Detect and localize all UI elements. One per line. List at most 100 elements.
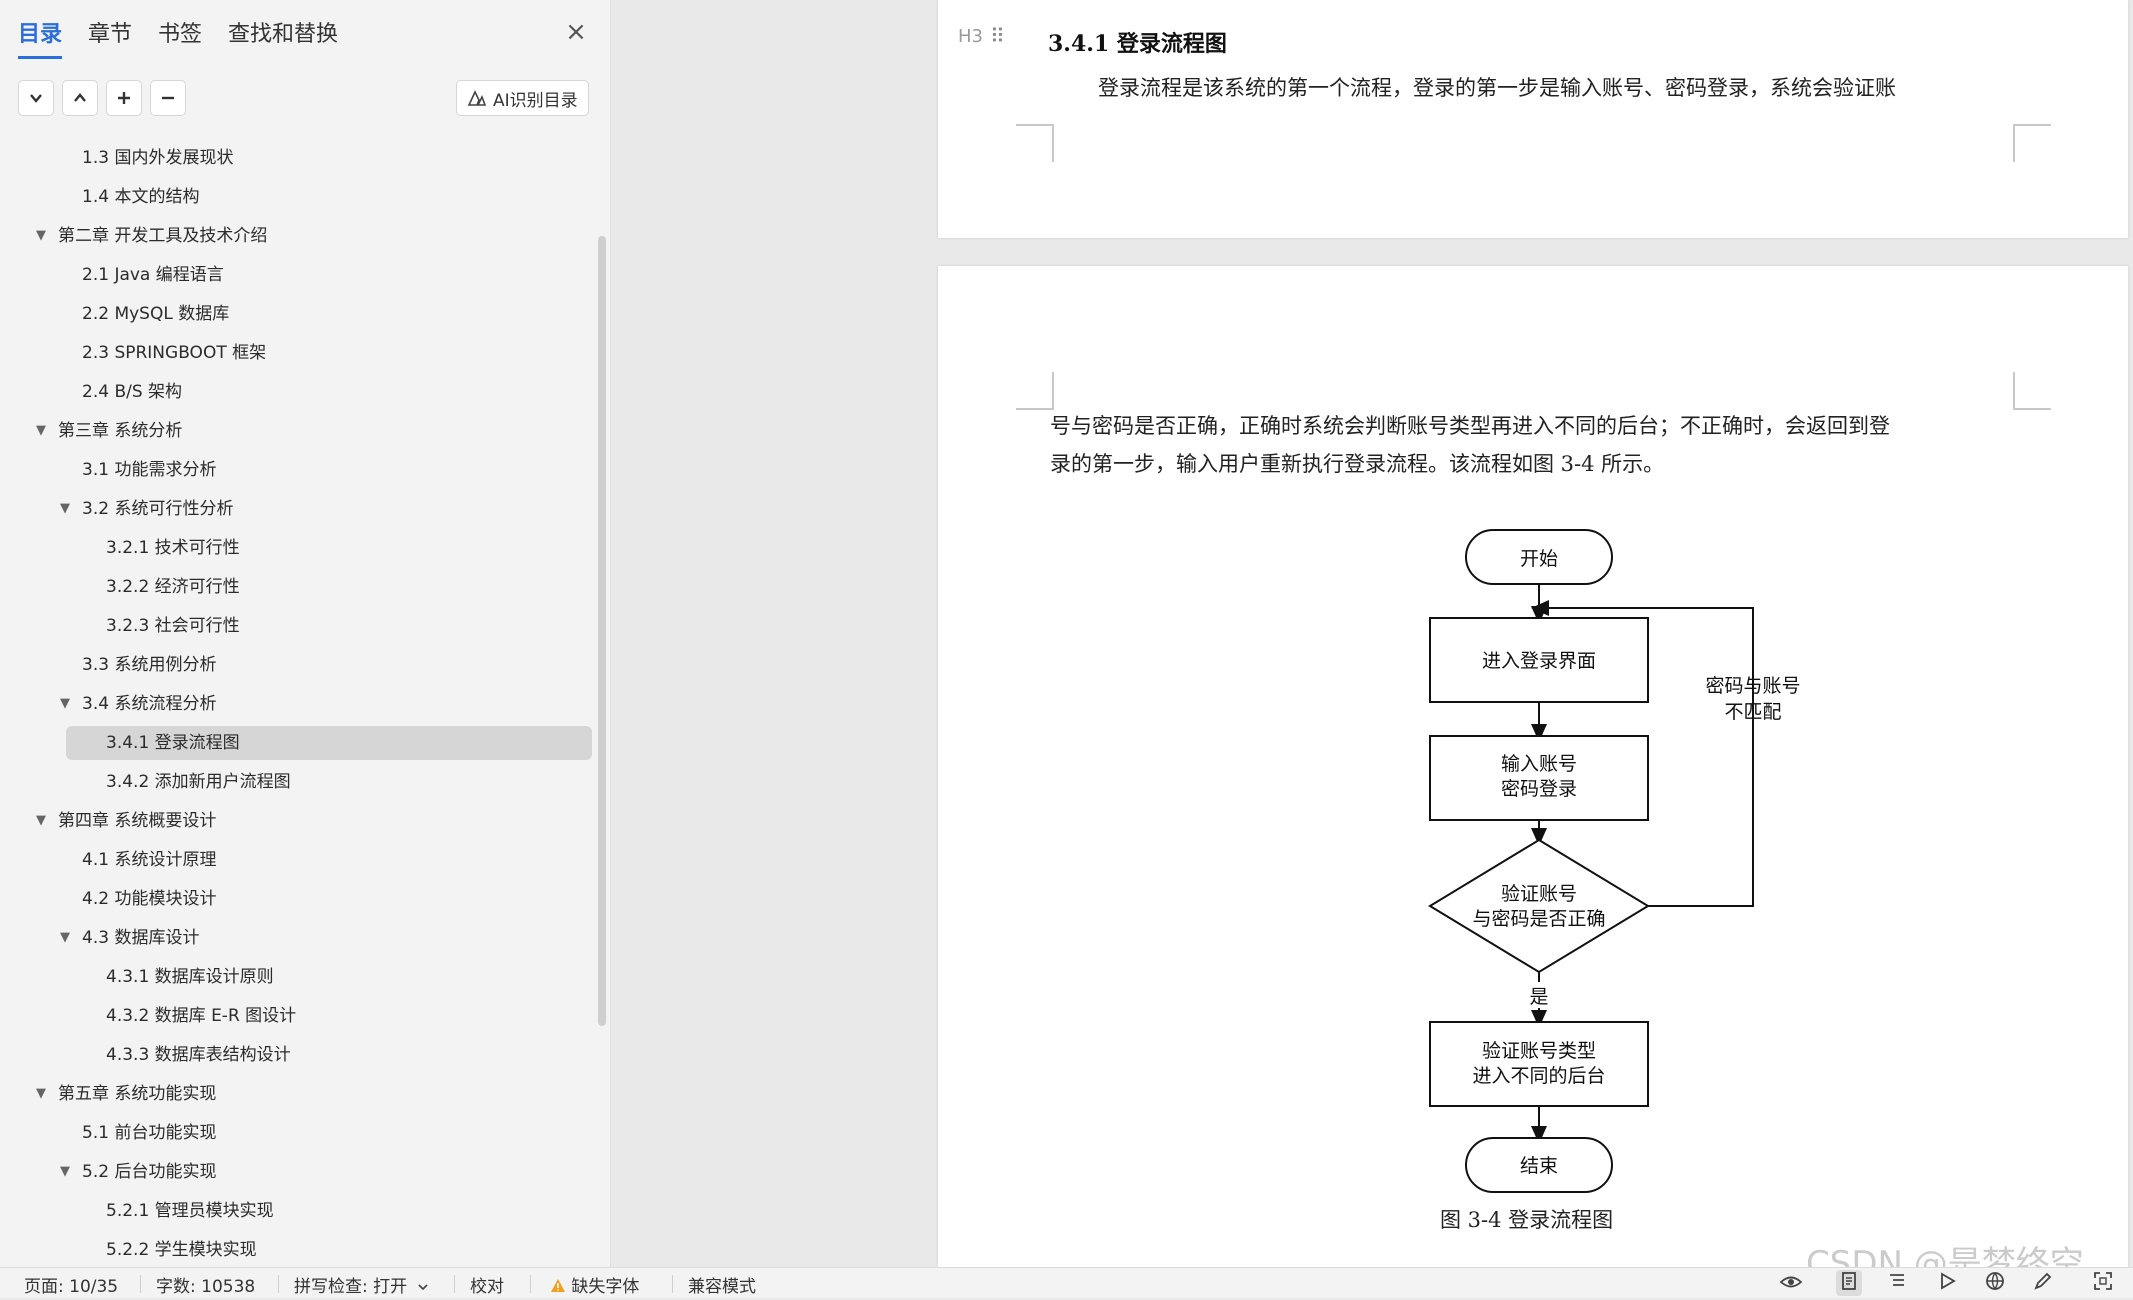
chevron-up-icon	[74, 93, 86, 102]
navigation-pane: 目录 章节 书签 查找和替换 × AI识别目录 1.2 研究目的及意义 1.3 国…	[0, 0, 611, 1267]
fullscreen-icon[interactable]	[2090, 1270, 2116, 1296]
toc-item-label: 1.2 研究目的及意义	[82, 126, 233, 129]
toc-list: 1.2 研究目的及意义 1.3 国内外发展现状 1.4 本文的结构第二章 开发工具及…	[0, 126, 600, 1267]
expand-caret-icon[interactable]: ▼	[36, 804, 46, 838]
compat-mode-label[interactable]: 兼容模式	[688, 1272, 756, 1297]
tab-chapters[interactable]: 章节	[88, 16, 132, 59]
toc-item[interactable]: 5.2.2 学生模块实现	[106, 1233, 257, 1267]
toc-item[interactable]: 5.2 后台功能实现	[82, 1155, 216, 1189]
toc-item[interactable]: 1.2 研究目的及意义	[82, 126, 233, 136]
close-icon[interactable]: ×	[562, 18, 590, 46]
toc-item[interactable]: 3.2.2 经济可行性	[106, 570, 240, 604]
toc-item[interactable]: 3.4.2 添加新用户流程图	[106, 765, 291, 799]
outline-view-icon[interactable]	[1884, 1270, 1910, 1296]
section-heading[interactable]: 3.4.1 登录流程图	[1048, 26, 1227, 58]
toc-item[interactable]: 1.3 国内外发展现状	[82, 141, 233, 175]
toc-item[interactable]: 3.3 系统用例分析	[82, 648, 216, 682]
verify-decision-label: 验证账号	[1501, 883, 1577, 905]
toc-item[interactable]: 第三章 系统分析	[58, 414, 182, 448]
toc-item-label: 4.3.1 数据库设计原则	[106, 967, 274, 987]
expand-caret-icon[interactable]: ▼	[36, 1077, 46, 1111]
toc-item[interactable]: 第四章 系统概要设计	[58, 804, 216, 838]
toc-item-label: 2.1 Java 编程语言	[82, 265, 224, 285]
toc-item[interactable]: 3.4 系统流程分析	[82, 687, 216, 721]
toc-scrollbar[interactable]	[598, 236, 606, 1026]
spell-check-label: 拼写检查: 打开	[294, 1277, 408, 1297]
remove-heading-button[interactable]	[150, 80, 186, 116]
login-flowchart[interactable]: 开始 进入登录界面 输入账号 密码登录 验证账号 与密码是否正确 密码与账号 不…	[1420, 520, 1840, 1240]
toc-item[interactable]: 4.2 功能模块设计	[82, 882, 216, 916]
toc-item[interactable]: 3.2 系统可行性分析	[82, 492, 233, 526]
paragraph-line[interactable]: 登录流程是该系统的第一个流程，登录的第一步是输入账号、密码登录，系统会验证账	[1098, 72, 1896, 102]
page-indicator[interactable]: 页面: 10/35	[24, 1272, 118, 1297]
toc-item[interactable]: 4.3.3 数据库表结构设计	[106, 1038, 291, 1072]
account-type-label: 验证账号类型	[1482, 1040, 1596, 1062]
expand-caret-icon[interactable]: ▼	[60, 492, 70, 526]
toc-item[interactable]: 第二章 开发工具及技术介绍	[58, 219, 267, 253]
account-type-label: 进入不同的后台	[1472, 1065, 1605, 1087]
toc-item-label: 第二章 开发工具及技术介绍	[58, 226, 268, 246]
end-label: 结束	[1520, 1155, 1558, 1177]
toc-item[interactable]: 2.4 B/S 架构	[82, 375, 182, 409]
globe-icon[interactable]	[1982, 1270, 2008, 1296]
ai-recognize-toc-button[interactable]: AI识别目录	[456, 80, 589, 116]
account-type-node	[1429, 1021, 1649, 1107]
toc-item[interactable]: 4.3 数据库设计	[82, 921, 199, 955]
tab-bookmarks[interactable]: 书签	[158, 16, 202, 59]
toc-item[interactable]: 3.1 功能需求分析	[82, 453, 216, 487]
toc-item-label: 5.2.2 学生模块实现	[106, 1240, 257, 1260]
margin-corner	[1016, 372, 1054, 410]
figure-caption[interactable]: 图 3-4 登录流程图	[1440, 1204, 1613, 1234]
toc-item[interactable]: 2.2 MySQL 数据库	[82, 297, 229, 331]
toc-item-label: 3.4 系统流程分析	[82, 694, 217, 714]
expand-up-button[interactable]	[62, 80, 98, 116]
expand-caret-icon[interactable]: ▼	[36, 414, 46, 448]
toc-item[interactable]: 2.3 SPRINGBOOT 框架	[82, 336, 266, 370]
toc-item-label: 第三章 系统分析	[58, 421, 183, 441]
expand-caret-icon[interactable]: ▼	[60, 921, 70, 955]
divider	[530, 1275, 531, 1293]
margin-corner	[2013, 124, 2051, 162]
collapse-down-button[interactable]	[18, 80, 54, 116]
toc-item[interactable]: 4.1 系统设计原理	[82, 843, 216, 877]
toc-item-label: 4.1 系统设计原理	[82, 850, 217, 870]
no-branch-label: 密码与账号	[1705, 675, 1800, 697]
toc-item[interactable]: 第五章 系统功能实现	[58, 1077, 216, 1111]
page-view-icon[interactable]	[1836, 1270, 1862, 1296]
toc-item[interactable]: 3.4.1 登录流程图	[66, 726, 592, 760]
eye-icon[interactable]	[1778, 1270, 1804, 1296]
toc-item-label: 3.4.1 登录流程图	[106, 733, 240, 753]
expand-caret-icon[interactable]: ▼	[36, 219, 46, 253]
expand-caret-icon[interactable]: ▼	[60, 687, 70, 721]
missing-font-button[interactable]: 缺失字体	[550, 1272, 639, 1297]
no-branch-label: 不匹配	[1724, 701, 1781, 723]
toc-item-label: 4.2 功能模块设计	[82, 889, 217, 909]
toc-item[interactable]: 4.3.1 数据库设计原则	[106, 960, 274, 994]
divider	[454, 1275, 455, 1293]
toc-item[interactable]: 4.3.2 数据库 E-R 图设计	[106, 999, 296, 1033]
toc-item[interactable]: 5.2.1 管理员模块实现	[106, 1194, 274, 1228]
ai-recognize-label: AI识别目录	[493, 90, 578, 111]
yes-branch-label: 是	[1529, 986, 1548, 1008]
add-heading-button[interactable]	[106, 80, 142, 116]
tab-find-replace[interactable]: 查找和替换	[228, 16, 338, 59]
toc-item[interactable]: 1.4 本文的结构	[82, 180, 199, 214]
toc-item[interactable]: 3.2.3 社会可行性	[106, 609, 240, 643]
ai-icon	[467, 90, 487, 106]
toc-item-label: 3.3 系统用例分析	[82, 655, 217, 675]
tab-toc[interactable]: 目录	[18, 16, 63, 59]
toc-item-label: 1.3 国内外发展现状	[82, 148, 234, 168]
proofread-button[interactable]: 校对	[470, 1272, 504, 1297]
expand-caret-icon[interactable]: ▼	[60, 1155, 70, 1189]
paragraph-line[interactable]: 录的第一步，输入用户重新执行登录流程。该流程如图 3-4 所示。	[1050, 448, 1664, 478]
spell-check-toggle[interactable]: 拼写检查: 打开	[294, 1272, 429, 1297]
word-count[interactable]: 字数: 10538	[156, 1272, 255, 1297]
drag-handle-icon[interactable]: ⠿	[990, 24, 1005, 48]
paragraph-line[interactable]: 号与密码是否正确，正确时系统会判断账号类型再进入不同的后台；不正确时，会返回到登	[1050, 410, 1890, 440]
toc-item[interactable]: 5.1 前台功能实现	[82, 1116, 216, 1150]
toc-item[interactable]: 3.2.1 技术可行性	[106, 531, 240, 565]
toc-item-label: 4.3 数据库设计	[82, 928, 200, 948]
toc-item[interactable]: 2.1 Java 编程语言	[82, 258, 224, 292]
play-icon[interactable]	[1934, 1270, 1960, 1296]
pen-icon[interactable]	[2030, 1270, 2056, 1296]
